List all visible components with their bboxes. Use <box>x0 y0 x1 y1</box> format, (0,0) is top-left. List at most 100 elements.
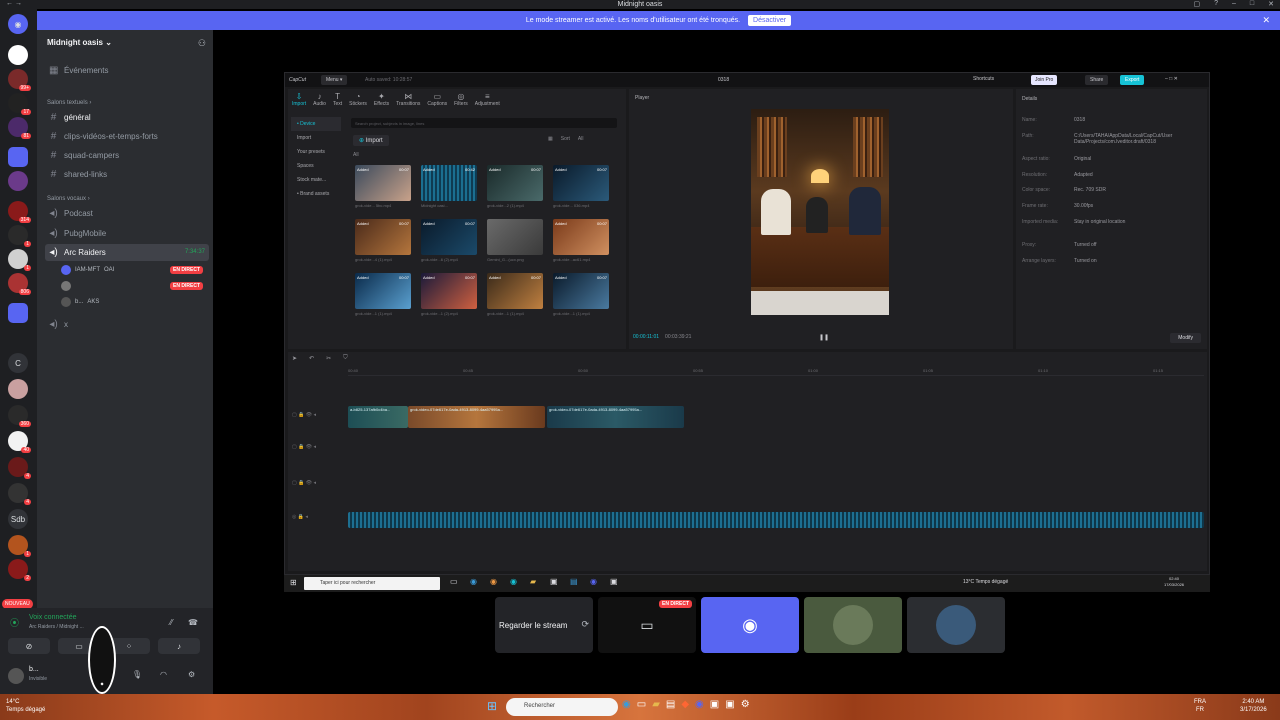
server-icon[interactable]: 360 <box>8 405 31 427</box>
weather-widget[interactable]: 14°C Temps dégagé <box>6 698 45 714</box>
media-thumbnail[interactable]: Added 00:07 <box>553 165 609 201</box>
tab-adjustment[interactable]: ≡ Adjustment <box>475 92 500 107</box>
media-thumbnail[interactable]: Added 00:07 <box>421 219 477 255</box>
side-presets[interactable]: Your presets <box>291 145 341 159</box>
server-icon-sdb[interactable]: Sdb <box>8 509 28 529</box>
join-pro-button[interactable]: Join Pro <box>1031 75 1058 85</box>
back-arrow-icon[interactable]: ← → <box>6 0 22 7</box>
tab-captions[interactable]: ▭ Captions <box>427 92 447 107</box>
help-icon[interactable]: ? <box>1214 0 1218 8</box>
disable-streamer-button[interactable]: Désactiver <box>748 15 792 26</box>
camera-button[interactable]: ⊘ <box>8 638 50 654</box>
text-category[interactable]: Salons textuels › <box>47 100 91 106</box>
side-brand[interactable]: • Brand assets <box>291 187 341 201</box>
all-filter[interactable]: All <box>578 136 584 142</box>
side-import[interactable]: Import <box>291 131 341 145</box>
side-device[interactable]: • Device <box>291 117 341 131</box>
media-thumbnail[interactable]: Added 00:07 <box>553 273 609 309</box>
channel-links[interactable]: # shared-links <box>45 166 209 183</box>
video-preview[interactable] <box>751 109 889 315</box>
server-icon-c[interactable]: C <box>8 353 28 373</box>
server-icon[interactable]: 806 <box>8 273 31 295</box>
channel-general[interactable]: # général <box>45 109 209 126</box>
discord-icon[interactable]: ◉ <box>695 699 704 710</box>
server-icon[interactable]: 40 <box>8 431 31 453</box>
tab-transitions[interactable]: ⋈ Transitions <box>396 92 420 107</box>
server-name[interactable]: Midnight oasis ⌄ <box>47 38 112 47</box>
media-thumbnail[interactable]: Added 00:07 <box>355 165 411 201</box>
window-controls[interactable]: – □ ✕ <box>1165 76 1178 82</box>
home-discord-icon[interactable]: ◉ <box>8 14 28 34</box>
headphones-icon[interactable]: ◠ <box>160 670 167 679</box>
track-controls[interactable]: ▢ 🔒 👁 ◂ <box>292 412 316 418</box>
watch-stream-tile[interactable]: Regarder le stream ⟳ <box>495 597 593 653</box>
brave-icon[interactable]: ◆ <box>681 699 689 710</box>
tab-text[interactable]: T Text <box>333 92 342 107</box>
soundboard-button[interactable]: ♪ <box>158 638 200 654</box>
user-tile[interactable] <box>804 597 902 653</box>
server-icon[interactable]: 1 <box>8 225 31 247</box>
share-button[interactable]: Share <box>1085 75 1109 85</box>
grid-icon[interactable]: ▦ <box>548 136 553 142</box>
folder-icon[interactable] <box>8 147 28 167</box>
language-indicator[interactable]: FRA FR <box>1194 698 1206 714</box>
discord-user-tile[interactable]: ◉ <box>701 597 799 653</box>
mic-icon[interactable]: 🎙 <box>132 670 142 679</box>
media-thumbnail[interactable]: Added 00:07 <box>355 219 411 255</box>
settings-icon[interactable]: ⚙ <box>741 699 750 710</box>
media-thumbnail[interactable]: Added 00:07 <box>553 219 609 255</box>
undo-icon[interactable]: ↶ <box>309 355 314 362</box>
user-avatar[interactable] <box>8 668 24 684</box>
server-icon[interactable] <box>8 45 28 65</box>
marker-icon[interactable]: ⛉ <box>343 355 348 362</box>
side-stock[interactable]: Stock mate... <box>291 173 341 187</box>
tab-stickers[interactable]: ◔ Stickers <box>349 92 367 107</box>
app-icon[interactable]: ▣ <box>710 699 719 710</box>
settings-icon[interactable]: ⚙ <box>188 670 195 679</box>
server-icon[interactable]: 4 <box>8 457 31 479</box>
edge-icon[interactable]: ◉ <box>622 699 631 710</box>
inbox-icon[interactable]: ▢ <box>1193 0 1200 8</box>
add-member-icon[interactable]: ⚇ <box>198 38 206 49</box>
system-clock[interactable]: 2:40 AM 3/17/2026 <box>1240 698 1267 714</box>
timeline-ruler[interactable]: 00:40 00:45 00:50 00:55 01:00 01:05 01:10 01:15 <box>348 368 1204 376</box>
media-thumbnail[interactable]: Added 00:07 <box>421 273 477 309</box>
folder-icon[interactable] <box>8 303 28 323</box>
server-icon[interactable]: 1 <box>8 535 31 557</box>
track-controls[interactable]: ◎ 🔒 ◂ <box>292 514 308 520</box>
minimize-button[interactable]: – <box>1232 0 1236 8</box>
select-tool-icon[interactable]: ➤ <box>292 355 297 362</box>
tab-import[interactable]: ⇩ Import <box>292 92 306 107</box>
import-button[interactable]: ⊕ Import <box>353 135 389 146</box>
live-stream-tile[interactable]: EN DIRECT ▭ <box>598 597 696 653</box>
track-controls[interactable]: ▢ 🔒 👁 ◂ <box>292 444 316 450</box>
shortcuts-button[interactable]: Shortcuts <box>973 76 994 82</box>
maximize-button[interactable]: □ <box>1250 0 1254 8</box>
media-thumbnail[interactable]: Added 00:07 <box>487 165 543 201</box>
menu-button[interactable]: Menu ▾ <box>321 75 348 85</box>
media-thumbnail[interactable]: Added 00:42 <box>421 165 477 201</box>
voice-pubg[interactable]: ◂) PubgMobile <box>45 225 209 242</box>
voice-category[interactable]: Salons vocaux › <box>47 196 90 202</box>
voice-user[interactable]: IAM-MFT OAI <box>61 265 114 275</box>
side-spaces[interactable]: Spaces <box>291 159 341 173</box>
timeline-clip[interactable]: grok-video-07de617e-0ada-4913-8099-4aa57… <box>547 406 684 428</box>
channel-clips[interactable]: # clips-vidéos-et-temps-forts <box>45 128 209 145</box>
track-controls[interactable]: ▢ 🔒 👁 ◂ <box>292 480 316 486</box>
tab-filters[interactable]: ◎ Filters <box>454 92 468 107</box>
filter-all[interactable]: All <box>353 152 359 158</box>
disconnect-icon[interactable]: ☎ <box>188 618 198 627</box>
app-icon[interactable]: ▣ <box>725 699 734 710</box>
server-icon[interactable]: 1 <box>8 249 31 271</box>
mail-icon[interactable]: ▤ <box>666 699 675 710</box>
media-thumbnail[interactable] <box>487 219 543 255</box>
close-button[interactable]: ✕ <box>1268 0 1274 8</box>
tab-audio[interactable]: ♪ Audio <box>313 92 326 107</box>
taskview-icon[interactable]: ▭ <box>637 699 646 710</box>
voice-status[interactable]: Voix connectée <box>29 614 76 621</box>
timeline-clip[interactable]: a-b825-137afb0c4ba... <box>348 406 408 428</box>
voice-podcast[interactable]: ◂) Podcast <box>45 205 209 222</box>
channel-squad[interactable]: # squad-campers <box>45 147 209 164</box>
server-icon[interactable]: 2 <box>8 559 31 581</box>
export-button[interactable]: Export <box>1120 75 1145 85</box>
